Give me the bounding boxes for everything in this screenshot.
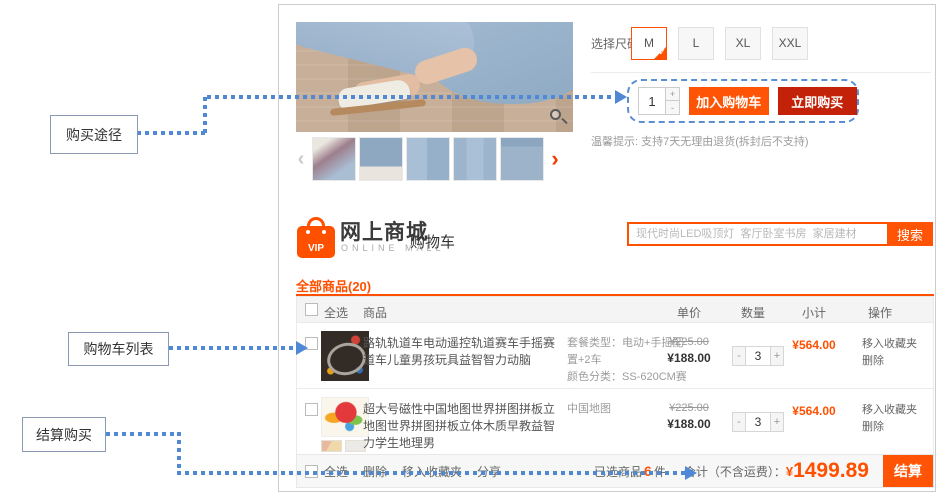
row-quantity-stepper: - + xyxy=(732,412,784,432)
decrease-button[interactable]: - xyxy=(732,412,746,432)
annotation-line xyxy=(177,471,687,475)
bag-dot xyxy=(322,230,326,234)
annotation-line xyxy=(137,131,207,135)
quantity-decrease-button[interactable]: - xyxy=(666,101,680,115)
move-to-favorites-link[interactable]: 移入收藏夹 xyxy=(862,402,917,419)
chevron-left-icon[interactable]: ‹ xyxy=(293,137,309,181)
search-button[interactable]: 搜索 xyxy=(887,222,933,246)
annotation-line xyxy=(106,432,181,436)
cart-table-header: 全选 商品 单价 数量 小计 操作 xyxy=(296,296,934,323)
annotation-line xyxy=(207,95,617,99)
quantity-input[interactable] xyxy=(638,87,666,115)
thumbnail-1[interactable] xyxy=(312,137,356,181)
shop-panel: ‹ › 选择尺码: M ✓ L XL XXL + - 加入购物车 立即购买 温馨… xyxy=(278,4,936,492)
column-quantity: 数量 xyxy=(723,304,783,321)
thumbnail-4[interactable] xyxy=(453,137,497,181)
delete-link[interactable]: 删除 xyxy=(862,353,917,370)
selected-check-icon: ✓ xyxy=(658,37,666,68)
checkout-button[interactable]: 结算 xyxy=(883,455,933,487)
unit-price: ¥225.00 ¥188.00 xyxy=(649,400,729,432)
size-option-xl[interactable]: XL xyxy=(725,27,761,60)
product-image-track-toy[interactable] xyxy=(321,331,369,381)
cart-section-title: 全部商品(20) xyxy=(296,276,371,295)
original-price: ¥225.00 xyxy=(649,334,729,350)
move-to-favorites-link[interactable]: 移入收藏夹 xyxy=(862,336,917,353)
current-price: ¥188.00 xyxy=(649,350,729,366)
quantity-stepper: + - xyxy=(638,87,680,115)
row-subtotal: ¥564.00 xyxy=(784,338,844,352)
decrease-button[interactable]: - xyxy=(732,346,746,366)
bag-body: VIP xyxy=(297,226,335,258)
column-subtotal: 小计 xyxy=(784,304,844,321)
shop-logo-bag-icon[interactable]: VIP xyxy=(297,217,335,258)
chevron-right-icon[interactable]: › xyxy=(547,137,563,181)
size-option-m[interactable]: M ✓ xyxy=(631,27,667,60)
annotation-line xyxy=(203,97,207,135)
delete-link[interactable]: 删除 xyxy=(862,419,917,436)
row-checkbox[interactable] xyxy=(305,403,318,416)
buy-controls-highlight: + - 加入购物车 立即购买 xyxy=(627,79,859,123)
thumbnail-3[interactable] xyxy=(406,137,450,181)
quantity-increase-button[interactable]: + xyxy=(666,87,680,101)
total-amount: 1499.89 xyxy=(793,459,869,483)
unit-price: ¥225.00 ¥188.00 xyxy=(649,334,729,366)
thumbnail-2[interactable] xyxy=(359,137,403,181)
search-bar: 搜索 xyxy=(627,222,933,246)
column-product: 商品 xyxy=(363,304,387,321)
product-title[interactable]: 超大号磁性中国地图世界拼图拼板立地图世界拼图拼板立体木质早教益智力学生地理男 xyxy=(363,401,563,452)
increase-button[interactable]: + xyxy=(770,346,784,366)
annotation-arrow-icon xyxy=(615,90,627,104)
thumbnail-5[interactable] xyxy=(500,137,544,181)
row-subtotal: ¥564.00 xyxy=(784,404,844,418)
column-select-all: 全选 xyxy=(324,304,348,321)
product-title[interactable]: 路轨轨道车电动遥控轨道赛车手摇赛道车儿童男孩玩具益智智力动脑 xyxy=(363,335,563,369)
product-image-china-map[interactable] xyxy=(321,397,369,437)
row-quantity-input[interactable] xyxy=(746,346,770,366)
buy-now-button[interactable]: 立即购买 xyxy=(778,87,858,115)
row-quantity-input[interactable] xyxy=(746,412,770,432)
increase-button[interactable]: + xyxy=(770,412,784,432)
size-option-xxl[interactable]: XXL xyxy=(772,27,808,60)
annotation-line xyxy=(169,346,298,350)
size-options: M ✓ L XL XXL xyxy=(631,27,808,60)
annotation-purchase-path: 购买途径 xyxy=(50,115,138,154)
row-actions: 移入收藏夹 删除 xyxy=(862,336,917,370)
size-option-label: M xyxy=(644,36,654,50)
search-input[interactable] xyxy=(627,222,887,246)
select-all-checkbox[interactable] xyxy=(305,303,318,316)
magnifier-tail xyxy=(561,118,567,124)
return-policy-tip: 温馨提示: 支持7天无理由退货(拆封后不支持) xyxy=(591,133,809,149)
currency-symbol: ¥ xyxy=(786,464,793,479)
column-unit-price: 单价 xyxy=(649,304,729,321)
product-image-thumbnails xyxy=(321,440,366,452)
original-price: ¥225.00 xyxy=(649,400,729,416)
divider xyxy=(591,72,931,73)
mini-image xyxy=(321,440,342,452)
annotation-cart-list: 购物车列表 xyxy=(68,332,169,366)
column-actions: 操作 xyxy=(850,304,910,321)
annotation-line xyxy=(177,432,181,474)
magnifier-lens xyxy=(550,109,561,120)
current-price: ¥188.00 xyxy=(649,416,729,432)
cart-row-2: 超大号磁性中国地图世界拼图拼板立地图世界拼图拼板立体木质早教益智力学生地理男 中… xyxy=(296,388,934,455)
bag-dot xyxy=(306,230,310,234)
add-to-cart-button[interactable]: 加入购物车 xyxy=(689,87,769,115)
page-title: 购物车 xyxy=(410,231,455,252)
annotation-arrow-icon xyxy=(685,466,697,480)
annotation-checkout: 结算购买 xyxy=(22,417,106,452)
size-option-l[interactable]: L xyxy=(678,27,714,60)
row-quantity-stepper: - + xyxy=(732,346,784,366)
cart-row-1: 路轨轨道车电动遥控轨道赛车手摇赛道车儿童男孩玩具益智智力动脑 套餐类型：电动+手… xyxy=(296,322,934,389)
row-actions: 移入收藏夹 删除 xyxy=(862,402,917,436)
magnifier-icon[interactable] xyxy=(549,108,568,127)
total-label: 合计（不含运费）： xyxy=(684,463,786,480)
annotation-arrow-icon xyxy=(296,341,308,355)
product-main-image[interactable] xyxy=(296,22,573,132)
